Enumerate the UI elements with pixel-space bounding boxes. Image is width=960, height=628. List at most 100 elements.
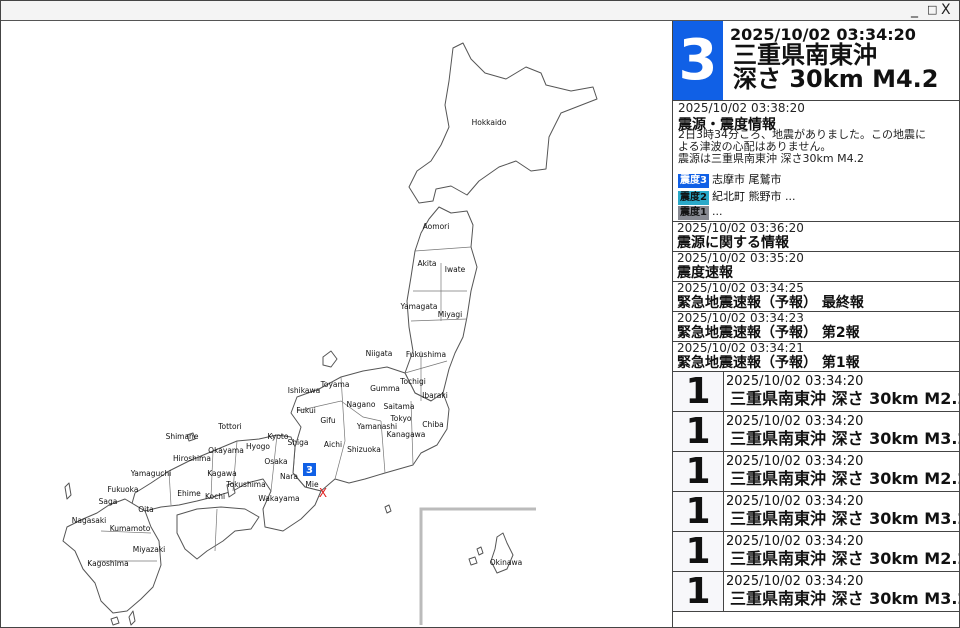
app-window: _ □ X Hokkaido Aomori Akita Iwate Yamaga… <box>0 0 960 628</box>
quake-place: 三重県南東沖 深さ 30km M3.2 <box>730 589 960 608</box>
prefecture-label-niigata: Niigata <box>366 349 393 358</box>
prefecture-label-oita: Oita <box>138 505 154 514</box>
prefecture-label-gifu: Gifu <box>320 416 336 425</box>
japan-map[interactable]: Hokkaido Aomori Akita Iwate Yamagata Miyagi Ni… <box>1 21 672 627</box>
prefecture-label-osaka: Osaka <box>264 457 287 466</box>
quake-intensity: 1 <box>673 572 724 612</box>
prefecture-label-kyoto: Kyoto <box>268 432 289 441</box>
history-item[interactable]: 2025/10/02 03:35:20 震度速報 <box>673 251 959 282</box>
prefecture-label-kagoshima: Kagoshima <box>87 559 128 568</box>
intensity-row: 震度2 紀北町 熊野市 ... <box>678 188 795 205</box>
quake-intensity: 1 <box>673 372 724 412</box>
prefecture-label-ibaraki: Ibaraki <box>422 391 448 400</box>
prefecture-label-hyogo: Hyogo <box>246 442 270 451</box>
prefecture-label-nara: Nara <box>280 472 298 481</box>
prefecture-label-saitama: Saitama <box>384 402 415 411</box>
history-item[interactable]: 2025/10/02 03:34:23 緊急地震速報（予報） 第2報 <box>673 311 959 342</box>
quake-time: 2025/10/02 03:34:20 <box>726 374 864 389</box>
prefecture-label-fukuoka: Fukuoka <box>108 485 139 494</box>
minimize-button[interactable]: _ <box>911 1 918 19</box>
prefecture-label-ishikawa: Ishikawa <box>288 386 321 395</box>
intensity-places: 紀北町 熊野市 ... <box>711 190 796 203</box>
max-intensity-badge: 3 <box>673 21 723 100</box>
izu-oshima-shape <box>384 504 392 514</box>
prefecture-label-miyagi: Miyagi <box>438 310 462 319</box>
prefecture-label-nagasaki: Nagasaki <box>72 516 107 525</box>
quake-time: 2025/10/02 03:34:20 <box>726 454 864 469</box>
prefecture-label-shimane: Shimane <box>166 432 199 441</box>
prefecture-label-hokkaido: Hokkaido <box>472 118 507 127</box>
prefecture-label-aomori: Aomori <box>423 222 450 231</box>
close-button[interactable]: X <box>941 1 951 19</box>
prefecture-label-fukui: Fukui <box>296 406 316 415</box>
quake-time: 2025/10/02 03:34:20 <box>726 414 864 429</box>
quake-list-item[interactable]: 1 2025/10/02 03:34:20 三重県南東沖 深さ 30km M2.… <box>673 372 959 412</box>
intensity-places: ... <box>711 205 723 218</box>
maximize-button[interactable]: □ <box>927 1 937 19</box>
quake-list-item[interactable]: 1 2025/10/02 03:34:20 三重県南東沖 深さ 30km M2.… <box>673 532 960 572</box>
info-panel: 3 2025/10/02 03:34:20 三重県南東沖 深さ 30km M4.… <box>672 21 960 627</box>
prefecture-label-yamagata: Yamagata <box>400 302 438 311</box>
prefecture-label-gumma: Gumma <box>370 384 400 393</box>
prefecture-label-shiga: Shiga <box>288 438 309 447</box>
yakushima-shape <box>110 616 120 626</box>
prefecture-label-kagawa: Kagawa <box>207 469 236 478</box>
quake-place: 三重県南東沖 深さ 30km M2.2 <box>730 469 960 488</box>
intensity-badge-2: 震度2 <box>678 191 709 205</box>
intensity-places: 志摩市 尾鷲市 <box>711 173 782 186</box>
epicenter-marker: X <box>319 486 327 500</box>
history-item[interactable]: 2025/10/02 03:34:25 緊急地震速報（予報） 最終報 <box>673 281 959 312</box>
history-item[interactable]: 2025/10/02 03:34:21 緊急地震速報（予報） 第1報 <box>673 341 959 372</box>
prefecture-label-aichi: Aichi <box>324 440 342 449</box>
tanegashima-shape <box>128 610 136 626</box>
prefecture-label-miyazaki: Miyazaki <box>133 545 166 554</box>
title-bar: _ □ X <box>1 1 959 21</box>
prefecture-label-wakayama: Wakayama <box>258 494 299 503</box>
prefecture-label-shizuoka: Shizuoka <box>347 445 381 454</box>
latest-quake-header[interactable]: 3 2025/10/02 03:34:20 三重県南東沖 深さ 30km M4.… <box>673 21 959 101</box>
quake-time: 2025/10/02 03:34:20 <box>726 534 864 549</box>
prefecture-label-akita: Akita <box>417 259 436 268</box>
prefecture-label-fukushima: Fukushima <box>406 350 446 359</box>
detail-body: 2日3時34分ころ、地震がありました。この地震に よる津波の心配はありません。 … <box>678 129 956 165</box>
quake-list-item[interactable]: 1 2025/10/02 03:34:20 三重県南東沖 深さ 30km M3.… <box>673 572 960 612</box>
prefecture-label-hiroshima: Hiroshima <box>173 454 211 463</box>
prefecture-label-tokushima: Tokushima <box>225 480 265 489</box>
prefecture-label-okayama: Okayama <box>208 446 244 455</box>
quake-intensity: 1 <box>673 532 724 572</box>
history-title: 緊急地震速報（予報） 第1報 <box>677 355 860 371</box>
prefecture-label-chiba: Chiba <box>422 420 443 429</box>
history-title: 緊急地震速報（予報） 第2報 <box>677 325 860 341</box>
prefecture-label-nagano: Nagano <box>347 400 376 409</box>
detail-info[interactable]: 2025/10/02 03:38:20 震源・震度情報 2日3時34分ころ、地震… <box>673 101 959 222</box>
quake-intensity: 1 <box>673 492 724 532</box>
quake-list-item[interactable]: 1 2025/10/02 03:34:20 三重県南東沖 深さ 30km M2.… <box>673 452 960 492</box>
prefecture-label-kanagawa: Kanagawa <box>387 430 426 439</box>
okinawa-inset-frame <box>419 507 536 625</box>
quake-place: 三重県南東沖 深さ 30km M3.2 <box>730 509 960 528</box>
history-title: 震源に関する情報 <box>677 235 789 251</box>
prefecture-label-ehime: Ehime <box>177 489 201 498</box>
quake-place: 三重県南東沖 深さ 30km M2.2 <box>730 549 960 568</box>
quake-intensity: 1 <box>673 412 724 452</box>
prefecture-label-yamaguchi: Yamaguchi <box>130 469 172 478</box>
sado-island-shape <box>322 350 338 368</box>
history-time: 2025/10/02 03:36:20 <box>677 221 804 235</box>
history-time: 2025/10/02 03:34:25 <box>677 281 804 295</box>
history-title: 震度速報 <box>677 265 733 281</box>
history-time: 2025/10/02 03:34:21 <box>677 341 804 355</box>
history-title: 緊急地震速報（予報） 最終報 <box>677 295 864 311</box>
quake-time: 2025/10/02 03:34:20 <box>726 494 864 509</box>
quake-list-item[interactable]: 1 2025/10/02 03:34:20 三重県南東沖 深さ 30km M3.… <box>673 492 960 532</box>
prefecture-label-tottori: Tottori <box>217 422 242 431</box>
prefecture-label-toyama: Toyama <box>320 380 350 389</box>
quake-list-item[interactable]: 1 2025/10/02 03:34:20 三重県南東沖 深さ 30km M3.… <box>673 412 959 452</box>
intensity-row: 震度1... <box>678 205 722 220</box>
history-time: 2025/10/02 03:35:20 <box>677 251 804 265</box>
detail-time: 2025/10/02 03:38:20 <box>678 101 805 115</box>
history-time: 2025/10/02 03:34:23 <box>677 311 804 325</box>
intensity-row: 震度3 志摩市 尾鷲市 <box>678 171 781 188</box>
history-item[interactable]: 2025/10/02 03:36:20 震源に関する情報 <box>673 221 959 252</box>
prefecture-label-iwate: Iwate <box>445 265 466 274</box>
intensity-badge-1: 震度1 <box>678 206 709 220</box>
